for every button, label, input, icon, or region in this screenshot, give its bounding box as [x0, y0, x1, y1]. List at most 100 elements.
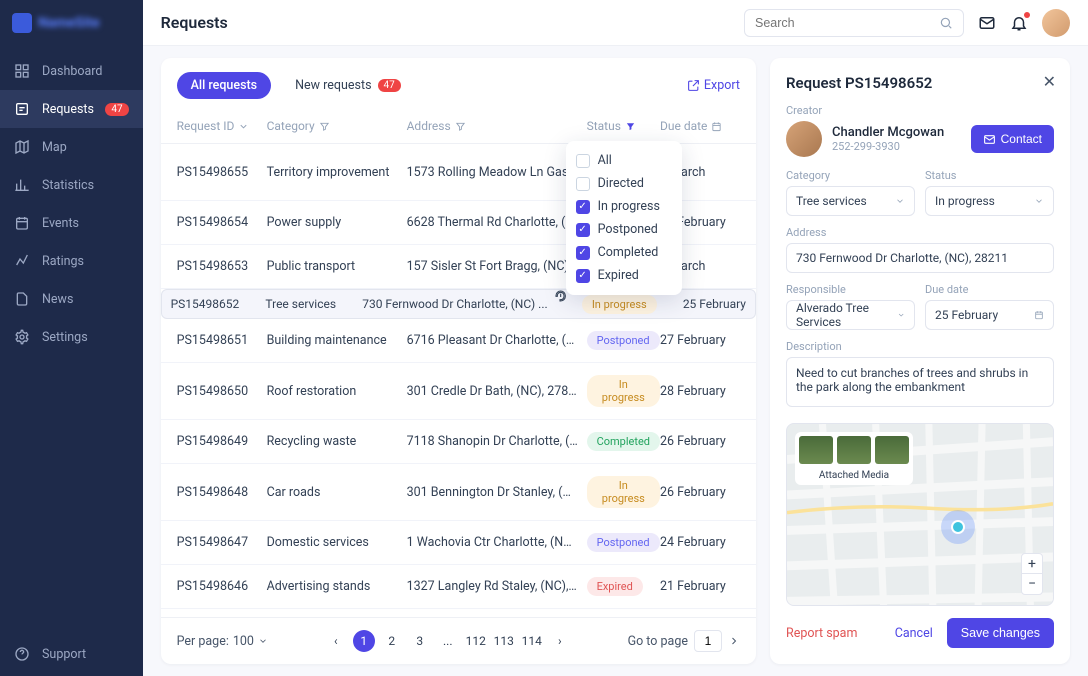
category-select[interactable]: Tree services [786, 186, 915, 216]
description-input[interactable]: Need to cut branches of trees and shrubs… [786, 357, 1054, 407]
save-button[interactable]: Save changes [947, 618, 1054, 648]
report-spam-link[interactable]: Report spam [786, 626, 857, 641]
zoom-out[interactable]: − [1022, 574, 1042, 594]
calendar-icon [1034, 310, 1044, 320]
cancel-button[interactable]: Cancel [895, 626, 933, 641]
status-badge: In progress [582, 295, 657, 314]
checkbox[interactable] [576, 154, 590, 168]
map-zoom: + − [1021, 553, 1043, 595]
support-link[interactable]: Support [0, 632, 143, 676]
checkbox[interactable] [576, 269, 590, 283]
sidebar-item-settings[interactable]: Settings [0, 318, 143, 356]
col-status[interactable]: Status [587, 119, 660, 133]
goto-input[interactable] [694, 630, 722, 652]
status-badge: Completed [587, 432, 660, 451]
map-icon [14, 139, 30, 155]
page-113[interactable]: 113 [493, 630, 515, 652]
app-logo[interactable]: NameSite [0, 0, 143, 46]
col-request-id[interactable]: Request ID [177, 119, 267, 133]
sidebar-item-ratings[interactable]: Ratings [0, 242, 143, 280]
status-badge: In progress [587, 375, 660, 407]
zoom-in[interactable]: + [1022, 554, 1042, 574]
table-row[interactable]: PS15498647Domestic services1 Wachovia Ct… [161, 521, 756, 565]
page-2[interactable]: 2 [381, 630, 403, 652]
sidebar-item-news[interactable]: News [0, 280, 143, 318]
col-category[interactable]: Category [267, 119, 407, 133]
page-ellipsis: ... [437, 630, 459, 652]
contact-button[interactable]: Contact [971, 125, 1054, 153]
filter-icon [455, 121, 466, 132]
ratings-icon [14, 253, 30, 269]
status-badge: Postponed [587, 533, 660, 552]
chevron-down-icon [1034, 196, 1044, 206]
sidebar-item-requests[interactable]: Requests47 [0, 90, 143, 128]
sidebar-item-events[interactable]: Events [0, 204, 143, 242]
table-row[interactable]: PS15498648Car roads301 Bennington Dr Sta… [161, 464, 756, 521]
page-3[interactable]: 3 [409, 630, 431, 652]
page-112[interactable]: 112 [465, 630, 487, 652]
table-row[interactable]: PS15498646Advertising stands1327 Langley… [161, 565, 756, 609]
user-avatar[interactable] [1042, 9, 1070, 37]
page-1[interactable]: 1 [353, 630, 375, 652]
calendar-icon [711, 121, 722, 132]
creator-avatar [786, 121, 822, 157]
checkbox[interactable] [576, 177, 590, 191]
creator-phone: 252-299-3930 [832, 140, 944, 153]
checkbox[interactable] [576, 200, 590, 214]
responsible-select[interactable]: Alverado Tree Services [786, 300, 915, 330]
chevron-down-icon [238, 121, 249, 132]
close-icon[interactable]: ✕ [1043, 72, 1056, 91]
tab-all-requests[interactable]: All requests [177, 72, 272, 99]
chevron-down-icon [897, 310, 905, 320]
filter-option-all[interactable]: All [576, 149, 672, 172]
chevron-right-icon[interactable] [728, 635, 740, 647]
badge: 47 [105, 103, 128, 116]
mail-icon [983, 133, 996, 146]
requests-icon [14, 101, 30, 117]
filter-option-postponed[interactable]: Postponed [576, 218, 672, 241]
sidebar-item-map[interactable]: Map [0, 128, 143, 166]
due-date-input[interactable]: 25 February [925, 300, 1054, 330]
filter-option-directed[interactable]: Directed [576, 172, 672, 195]
map-pin [947, 516, 969, 538]
status-badge: In progress [587, 476, 660, 508]
new-requests-badge: 47 [378, 79, 401, 92]
checkbox[interactable] [576, 223, 590, 237]
table-row[interactable]: PS15498651Building maintenance6716 Pleas… [161, 319, 756, 363]
bell-icon[interactable] [1010, 14, 1028, 32]
filter-icon [319, 121, 330, 132]
news-icon [14, 291, 30, 307]
page-next[interactable]: › [549, 630, 571, 652]
col-due-date[interactable]: Due date [660, 119, 740, 133]
export-icon [687, 79, 700, 92]
export-button[interactable]: Export [687, 78, 740, 93]
table-row[interactable]: PS15498650Roof restoration301 Credle Dr … [161, 363, 756, 420]
per-page-selector[interactable]: Per page: 100 [177, 634, 268, 649]
tab-new-requests[interactable]: New requests 47 [281, 72, 415, 99]
filter-option-in-progress[interactable]: In progress [576, 195, 672, 218]
filter-option-completed[interactable]: Completed [576, 241, 672, 264]
map-panel[interactable]: Attached Media + − [786, 423, 1054, 606]
chevron-down-icon [258, 636, 268, 646]
page-prev[interactable]: ‹ [325, 630, 347, 652]
address-input[interactable]: 730 Fernwood Dr Charlotte, (NC), 28211 [786, 243, 1054, 273]
table-row[interactable]: PS15498645Territory improvement157 Shoe … [161, 609, 756, 617]
filter-option-expired[interactable]: Expired [576, 264, 672, 287]
attached-media[interactable]: Attached Media [795, 432, 913, 485]
support-label: Support [42, 647, 86, 662]
table-row[interactable]: PS15498649Recycling waste7118 Shanopin D… [161, 420, 756, 464]
creator-label: Creator [786, 104, 1054, 117]
search-input[interactable] [755, 16, 939, 30]
sidebar-item-dashboard[interactable]: Dashboard [0, 52, 143, 90]
mail-icon[interactable] [978, 14, 996, 32]
page-114[interactable]: 114 [521, 630, 543, 652]
status-badge: Postponed [587, 331, 660, 350]
search-input-wrap[interactable] [744, 9, 964, 37]
col-address[interactable]: Address [407, 119, 587, 133]
page-title: Requests [161, 13, 228, 32]
sidebar-item-statistics[interactable]: Statistics [0, 166, 143, 204]
status-select[interactable]: In progress [925, 186, 1054, 216]
checkbox[interactable] [576, 246, 590, 260]
stats-icon [14, 177, 30, 193]
settings-icon [14, 329, 30, 345]
